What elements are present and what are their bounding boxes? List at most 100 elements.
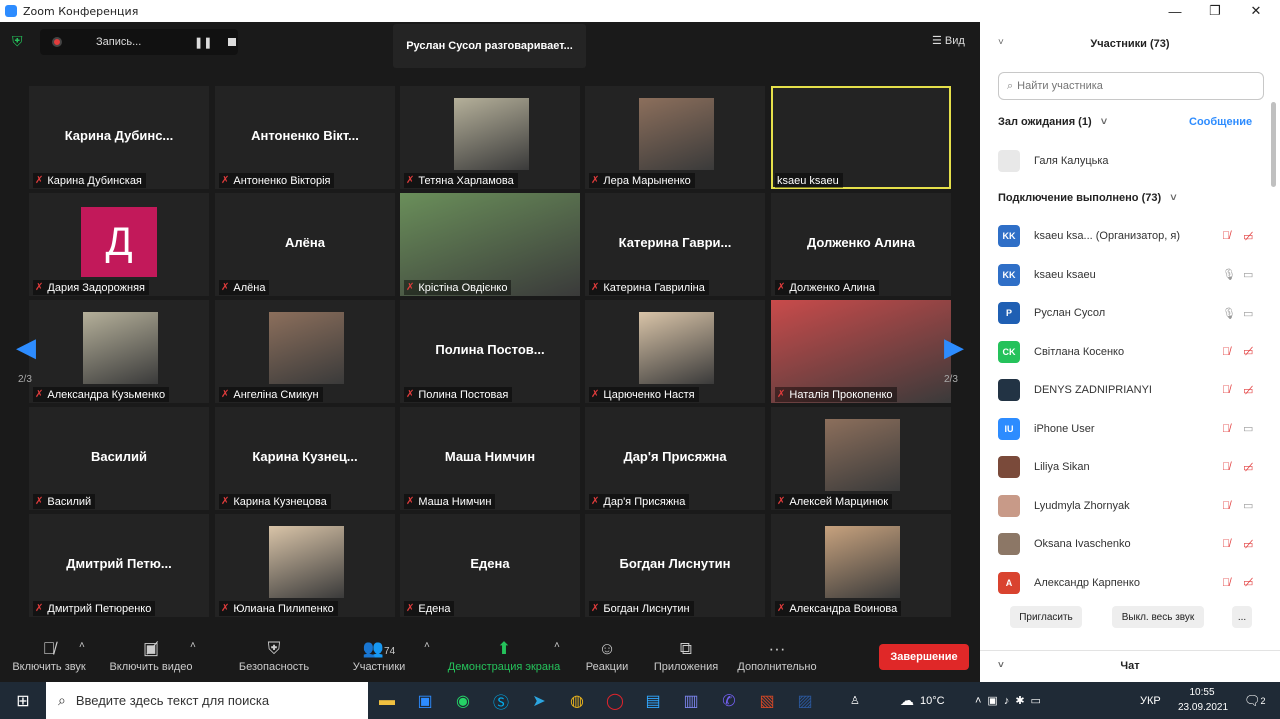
waiting-room-header[interactable]: Зал ожидания (1) ˅: [998, 116, 1107, 128]
input-language[interactable]: УКР: [1140, 682, 1161, 719]
video-tile[interactable]: ✗ Александра Воинова: [771, 514, 951, 617]
reactions-button[interactable]: ☺ Реакции: [580, 630, 634, 682]
share-caret-icon[interactable]: ˄: [554, 640, 560, 651]
skype-icon[interactable]: Ⓢ: [482, 682, 520, 719]
video-tile[interactable]: ✗ Ангеліна Смикун: [215, 300, 395, 403]
view-button[interactable]: ☰ Вид: [932, 34, 965, 47]
minimize-button[interactable]: —: [1155, 0, 1195, 22]
chrome-icon[interactable]: ◍: [558, 682, 596, 719]
participant-row[interactable]: Oksana Ivaschenko 🎙̸ ▭̸: [998, 530, 1268, 558]
video-tile[interactable]: ✗ Царюченко Настя: [585, 300, 765, 403]
participant-search-field[interactable]: ⌕: [998, 72, 1264, 100]
video-tile[interactable]: ✗ Лера Марыненко: [585, 86, 765, 189]
taskbar-search-box[interactable]: ⌕ Введите здесь текст для поиска: [46, 682, 368, 719]
video-tile[interactable]: Алёна ✗ Алёна: [215, 193, 395, 296]
video-tile[interactable]: Василий ✗ Василий: [29, 407, 209, 510]
opera-icon[interactable]: ◯: [596, 682, 634, 719]
video-tile[interactable]: Карина Кузнец... ✗ Карина Кузнецова: [215, 407, 395, 510]
video-tile[interactable]: Катерина Гаври... ✗ Катерина Гавриліна: [585, 193, 765, 296]
camera-icon[interactable]: ▭: [1243, 422, 1253, 435]
video-tile[interactable]: Полина Постов... ✗ Полина Постовая: [400, 300, 580, 403]
waiting-participant-row[interactable]: Галя Калуцька: [998, 147, 1268, 175]
viber-icon[interactable]: ✆: [710, 682, 748, 719]
video-tile[interactable]: ✗ Александра Кузьменко: [29, 300, 209, 403]
powerpoint-icon[interactable]: ▧: [748, 682, 786, 719]
panel-more-button[interactable]: ...: [1232, 606, 1252, 628]
camera-off-icon[interactable]: ▭̸: [1243, 461, 1253, 474]
mic-muted-icon[interactable]: 🎙̸: [1222, 500, 1230, 512]
chat-section-header[interactable]: ˅ Чат: [980, 650, 1280, 680]
video-options-caret-icon[interactable]: ˄: [190, 640, 196, 651]
panel-scrollbar[interactable]: [1271, 102, 1276, 187]
camera-off-icon[interactable]: ▭̸: [1243, 230, 1253, 243]
camera-icon[interactable]: ▭: [1243, 307, 1253, 320]
encryption-shield-icon[interactable]: ⛨: [12, 34, 26, 49]
security-button[interactable]: ⛨ Безопасность: [236, 630, 312, 682]
participant-row[interactable]: IU iPhone User 🎙̸ ▭: [998, 415, 1268, 443]
participant-row[interactable]: DENYS ZADNIPRIANYI 🎙̸ ▭̸: [998, 376, 1268, 404]
windows-start-icon[interactable]: ⊞: [0, 682, 46, 719]
camera-icon[interactable]: ▭: [1243, 499, 1253, 512]
participant-row[interactable]: P Руслан Сусол 🎙 ▭: [998, 299, 1268, 327]
mic-muted-icon[interactable]: 🎙̸: [1222, 346, 1230, 358]
participant-row[interactable]: Liliya Sikan 🎙̸ ▭̸: [998, 453, 1268, 481]
mic-muted-icon[interactable]: 🎙̸: [1222, 461, 1230, 473]
prev-page-arrow-icon[interactable]: ◀: [16, 332, 36, 363]
video-tile[interactable]: ✗ Наталія Прокопенко: [771, 300, 951, 403]
mic-icon[interactable]: 🎙: [1222, 268, 1236, 281]
mic-muted-icon[interactable]: 🎙̸: [1222, 423, 1230, 435]
camera-off-icon[interactable]: ▭̸: [1243, 384, 1253, 397]
video-tile[interactable]: Едена ✗ Едена: [400, 514, 580, 617]
people-icon[interactable]: ♙: [850, 682, 860, 719]
video-tile[interactable]: Долженко Алина ✗ Долженко Алина: [771, 193, 951, 296]
mic-muted-icon[interactable]: 🎙̸: [1222, 577, 1230, 589]
participant-row[interactable]: CK Світлана Косенко 🎙̸ ▭̸: [998, 338, 1268, 366]
video-tile[interactable]: ✗ Юлиана Пилипенко: [215, 514, 395, 617]
camera-off-icon[interactable]: ▭̸: [1243, 345, 1253, 358]
video-tile[interactable]: Антоненко Вікт... ✗ Антоненко Вікторія: [215, 86, 395, 189]
camera-icon[interactable]: ▭: [1243, 268, 1253, 281]
next-page-arrow-icon[interactable]: ▶: [944, 332, 964, 363]
file-explorer-icon[interactable]: ▬: [368, 682, 406, 719]
camera-off-icon[interactable]: ▭̸: [1243, 576, 1253, 589]
notification-center-icon[interactable]: 🗨 2: [1244, 682, 1266, 719]
apps-button[interactable]: ⧉ Приложения: [650, 630, 722, 682]
teams-icon[interactable]: ▥: [672, 682, 710, 719]
video-tile[interactable]: Дмитрий Петю... ✗ Дмитрий Петюренко: [29, 514, 209, 617]
participants-caret-icon[interactable]: ˄: [424, 640, 430, 651]
pause-recording-icon[interactable]: ❚❚: [194, 36, 212, 49]
participant-row[interactable]: KK ksaeu ksaeu 🎙 ▭: [998, 261, 1268, 289]
participant-row[interactable]: Lyudmyla Zhornyak 🎙̸ ▭: [998, 492, 1268, 520]
video-tile[interactable]: ksaeu ksaeu: [771, 86, 951, 189]
mic-muted-icon[interactable]: 🎙̸: [1222, 538, 1230, 550]
start-video-button[interactable]: ▣̸ Включить видео: [105, 630, 197, 682]
video-tile[interactable]: Маша Нимчин ✗ Маша Нимчин: [400, 407, 580, 510]
invite-button[interactable]: Пригласить: [1010, 606, 1082, 628]
participant-search-input[interactable]: [1017, 80, 1248, 92]
video-tile[interactable]: ✗ Крістіна Овдієнко: [400, 193, 580, 296]
tray-icons[interactable]: ˄▣♪✱▭: [975, 682, 1047, 719]
unmute-button[interactable]: 🎙̸ Включить звук: [8, 630, 90, 682]
mic-muted-icon[interactable]: 🎙̸: [1222, 384, 1230, 396]
video-tile[interactable]: Богдан Лиснутин ✗ Богдан Лиснутин: [585, 514, 765, 617]
video-tile[interactable]: Дар'я Присяжна ✗ Дар'я Присяжна: [585, 407, 765, 510]
video-tile[interactable]: Карина Дубинс... ✗ Карина Дубинская: [29, 86, 209, 189]
audio-options-caret-icon[interactable]: ˄: [79, 640, 85, 651]
share-screen-button[interactable]: ⬆ Демонстрация экрана: [444, 630, 564, 682]
word-icon[interactable]: ▨: [786, 682, 824, 719]
participant-row[interactable]: A Александр Карпенко 🎙̸ ▭̸: [998, 569, 1268, 597]
maximize-button[interactable]: ❐: [1195, 0, 1235, 22]
video-tile[interactable]: Д ✗ Дария Задорожняя: [29, 193, 209, 296]
more-button[interactable]: ··· Дополнительно: [734, 630, 820, 682]
participant-row[interactable]: KK ksaeu ksa... (Организатор, я) 🎙̸ ▭̸: [998, 222, 1268, 250]
video-tile[interactable]: ✗ Алексей Марцинюк: [771, 407, 951, 510]
taskbar-clock[interactable]: 10:55 23.09.2021: [1178, 685, 1228, 715]
stop-recording-icon[interactable]: [228, 38, 237, 46]
mute-all-button[interactable]: Выкл. весь звук: [1112, 606, 1204, 628]
telegram-icon[interactable]: ➤: [520, 682, 558, 719]
photoshop-icon[interactable]: ▤: [634, 682, 672, 719]
close-window-button[interactable]: ✕: [1236, 0, 1276, 22]
participants-button[interactable]: 👥74 Участники: [348, 630, 410, 682]
connected-header[interactable]: Подключение выполнено (73) ˅: [998, 192, 1177, 204]
whatsapp-icon[interactable]: ◉: [444, 682, 482, 719]
